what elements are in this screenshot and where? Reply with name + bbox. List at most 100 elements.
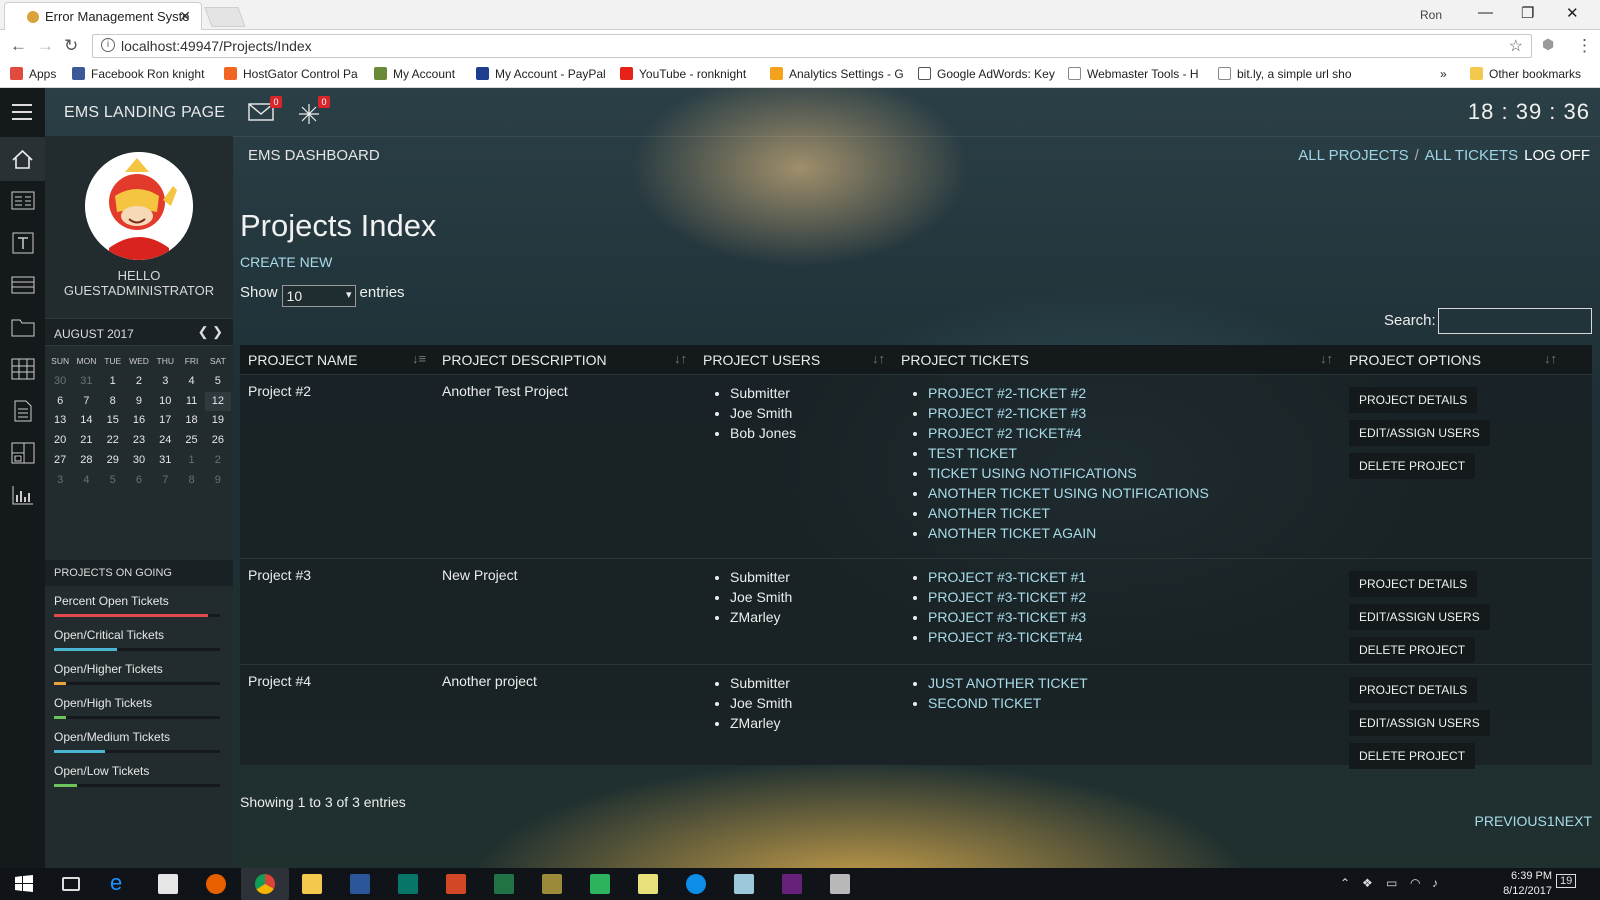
delete-project-button[interactable]: DELETE PROJECT: [1349, 637, 1476, 663]
calendar-day[interactable]: 7: [152, 471, 178, 491]
calendar-day[interactable]: 8: [178, 471, 204, 491]
calendar-day[interactable]: 30: [126, 451, 152, 471]
calendar-day[interactable]: 24: [152, 431, 178, 451]
snagit-icon[interactable]: [590, 874, 610, 894]
calendar-day[interactable]: 4: [178, 372, 204, 392]
bookmark-item[interactable]: Analytics Settings - G: [770, 67, 904, 81]
bookmark-item[interactable]: HostGator Control Pa: [224, 67, 358, 81]
ticket-link[interactable]: PROJECT #2 TICKET#4: [928, 423, 1209, 443]
calendar-day[interactable]: 31: [73, 372, 99, 392]
bookmark-item[interactable]: Facebook Ron knight: [72, 67, 204, 81]
app-icon[interactable]: [830, 874, 850, 894]
create-new-link[interactable]: CREATE NEW: [240, 254, 332, 270]
col-project-name[interactable]: PROJECT NAME: [248, 352, 357, 368]
calendar-day[interactable]: 18: [178, 411, 204, 431]
calculator-icon[interactable]: [158, 874, 178, 894]
back-icon[interactable]: ←: [10, 36, 27, 56]
edit-assign-users-button[interactable]: EDIT/ASSIGN USERS: [1349, 710, 1490, 736]
page-button[interactable]: 1: [1547, 813, 1555, 829]
chevron-right-icon[interactable]: ❯: [212, 324, 223, 339]
previous-button[interactable]: PREVIOUS: [1475, 813, 1547, 829]
calendar-day[interactable]: 22: [100, 431, 126, 451]
notification-count[interactable]: 19: [1556, 874, 1577, 888]
calendar-day[interactable]: 3: [47, 471, 73, 491]
bookmark-item[interactable]: My Account - PayPal: [476, 67, 606, 81]
calendar-day[interactable]: 30: [47, 372, 73, 392]
project-details-button[interactable]: PROJECT DETAILS: [1349, 387, 1478, 413]
ticket-link[interactable]: PROJECT #3-TICKET#4: [928, 627, 1086, 647]
calendar-day[interactable]: 25: [178, 431, 204, 451]
ticket-link[interactable]: TEST TICKET: [928, 443, 1209, 463]
info-icon[interactable]: i: [101, 38, 115, 52]
all-tickets-link[interactable]: ALL TICKETS: [1425, 147, 1518, 164]
firefox-icon[interactable]: [206, 874, 226, 894]
close-tab-icon[interactable]: ✕: [179, 8, 191, 25]
sort-icon[interactable]: ↓↑: [674, 351, 687, 366]
delete-project-button[interactable]: DELETE PROJECT: [1349, 453, 1476, 479]
word-icon[interactable]: [350, 874, 370, 894]
calendar-day[interactable]: 1: [178, 451, 204, 471]
bookmark-item[interactable]: My Account: [374, 67, 455, 81]
col-project-description[interactable]: PROJECT DESCRIPTION: [442, 352, 607, 368]
calendar-day-today[interactable]: 12: [204, 391, 231, 412]
grid-icon[interactable]: [11, 358, 35, 380]
ticket-link[interactable]: JUST ANOTHER TICKET: [928, 673, 1088, 693]
log-off-link[interactable]: LOG OFF: [1524, 147, 1590, 164]
edit-assign-users-button[interactable]: EDIT/ASSIGN USERS: [1349, 604, 1490, 630]
bookmark-apps[interactable]: Apps: [10, 67, 56, 81]
bar-chart-icon[interactable]: [11, 484, 35, 506]
clock-date[interactable]: 6:39 PM 8/12/2017: [1503, 869, 1552, 899]
ticket-link[interactable]: ANOTHER TICKET: [928, 503, 1209, 523]
bookmark-item[interactable]: Webmaster Tools - H: [1068, 67, 1199, 81]
wifi-icon[interactable]: ◠: [1410, 876, 1420, 890]
calendar-day[interactable]: 27: [47, 451, 73, 471]
reload-icon[interactable]: ↻: [64, 36, 78, 56]
calendar-day[interactable]: 20: [47, 431, 73, 451]
tools-icon[interactable]: [542, 874, 562, 894]
other-bookmarks[interactable]: Other bookmarks: [1470, 67, 1581, 81]
alerts-icon[interactable]: 0: [296, 96, 330, 124]
project-details-button[interactable]: PROJECT DETAILS: [1349, 571, 1478, 597]
calendar-day[interactable]: 11: [178, 392, 204, 412]
ticket-link[interactable]: SECOND TICKET: [928, 693, 1088, 713]
edit-assign-users-button[interactable]: EDIT/ASSIGN USERS: [1349, 420, 1490, 446]
new-tab-button[interactable]: [204, 7, 246, 27]
next-button[interactable]: NEXT: [1555, 813, 1592, 829]
calendar-day[interactable]: 14: [73, 411, 99, 431]
menu-icon[interactable]: ⋮: [1576, 36, 1593, 56]
folder-icon[interactable]: [11, 316, 35, 338]
calendar-day[interactable]: 9: [205, 471, 231, 491]
mail-icon[interactable]: 0: [248, 96, 282, 122]
brand-title[interactable]: EMS LANDING PAGE: [64, 104, 225, 122]
entries-select[interactable]: 10: [281, 285, 356, 307]
calendar-day[interactable]: 4: [73, 471, 99, 491]
bookmark-item[interactable]: YouTube - ronknight: [620, 67, 746, 81]
visual-studio-icon[interactable]: [782, 874, 802, 894]
sort-icon[interactable]: ↓↑: [1320, 351, 1333, 366]
calendar-day[interactable]: 26: [205, 431, 231, 451]
notepad-icon[interactable]: [638, 874, 658, 894]
sort-asc-icon[interactable]: ↓≡: [412, 351, 426, 366]
ticket-link[interactable]: PROJECT #2-TICKET #2: [928, 383, 1209, 403]
volume-icon[interactable]: ♪: [1432, 876, 1438, 890]
calendar-day[interactable]: 15: [100, 411, 126, 431]
teamviewer-icon[interactable]: [686, 874, 706, 894]
calendar-day[interactable]: 28: [73, 451, 99, 471]
ticket-link[interactable]: TICKET USING NOTIFICATIONS: [928, 463, 1209, 483]
extension-icon[interactable]: ⬢: [1542, 36, 1554, 53]
close-window-icon[interactable]: ✕: [1566, 4, 1579, 22]
publisher-icon[interactable]: [398, 874, 418, 894]
col-project-tickets[interactable]: PROJECT TICKETS: [901, 352, 1029, 368]
document-icon[interactable]: [11, 400, 35, 422]
forward-icon[interactable]: →: [37, 36, 54, 56]
text-icon[interactable]: [11, 232, 35, 254]
ticket-link[interactable]: PROJECT #2-TICKET #3: [928, 403, 1209, 423]
list-icon[interactable]: [11, 190, 35, 212]
calendar-day[interactable]: 19: [205, 411, 231, 431]
ticket-link[interactable]: PROJECT #3-TICKET #1: [928, 567, 1086, 587]
restore-icon[interactable]: ❐: [1521, 4, 1534, 22]
excel-icon[interactable]: [494, 874, 514, 894]
calendar-day[interactable]: 6: [47, 392, 73, 412]
calendar-day[interactable]: 2: [205, 451, 231, 471]
search-input[interactable]: [1438, 308, 1592, 334]
